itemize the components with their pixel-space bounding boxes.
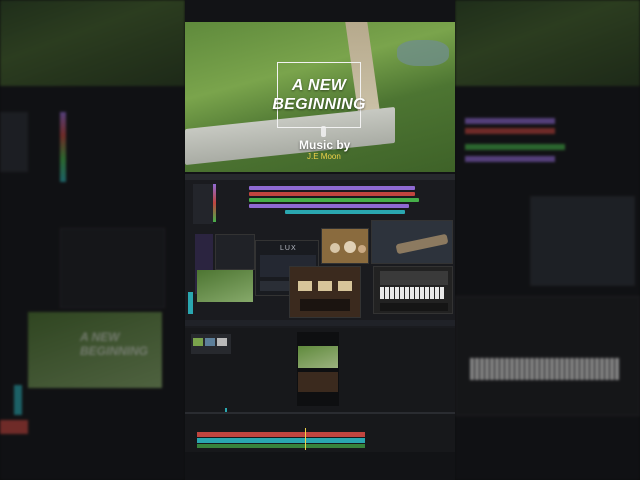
vu-meter-icon xyxy=(338,281,352,291)
plugin-panel-small[interactable] xyxy=(215,234,255,270)
blurred-lane-1 xyxy=(465,118,555,124)
amp-plugin-window[interactable] xyxy=(289,266,361,318)
video-title-line1: A NEW xyxy=(291,77,347,94)
blurred-meter xyxy=(14,385,22,415)
piano-body xyxy=(380,271,448,285)
music-by-label: Music by xyxy=(299,138,351,152)
blurred-lane-3 xyxy=(465,144,565,150)
blurred-field-top xyxy=(0,0,185,86)
right-blurred-background xyxy=(455,0,640,480)
daw-toolbar xyxy=(185,174,455,180)
video-title-box: A NEW BEGINNING xyxy=(272,62,365,128)
blurred-piano-plugin xyxy=(455,296,640,416)
arrange-lane xyxy=(249,186,415,190)
level-meter xyxy=(188,292,193,314)
blurred-panel xyxy=(0,112,28,172)
arrange-lane xyxy=(249,204,409,208)
pond xyxy=(397,40,449,66)
video-title-line2: BEGINNING xyxy=(272,96,366,113)
media-thumb[interactable] xyxy=(217,338,227,346)
timeline-clip-audio[interactable] xyxy=(197,444,365,448)
guitar-plugin-window[interactable] xyxy=(371,220,453,264)
drum-icon xyxy=(358,245,366,253)
blurred-plugin-window xyxy=(60,228,165,308)
timeline-ruler[interactable] xyxy=(185,412,455,414)
timeline-clip-red[interactable] xyxy=(197,432,365,437)
arrange-lane xyxy=(249,198,419,202)
media-thumb[interactable] xyxy=(205,338,215,346)
synth-logo: LUX xyxy=(280,245,297,252)
blurred-track-colors xyxy=(60,112,66,182)
blurred-guitar-plugin xyxy=(530,196,635,286)
media-bin[interactable] xyxy=(191,334,231,354)
blurred-field-top-right xyxy=(455,0,640,86)
timeline-clip-teal[interactable] xyxy=(197,438,365,443)
drum-icon xyxy=(330,243,340,253)
program-monitor xyxy=(297,332,339,406)
video-frame: A NEW BEGINNING Music by J.E Moon xyxy=(185,22,455,172)
piano-plugin-window[interactable] xyxy=(373,266,453,314)
video-editor xyxy=(185,328,455,452)
blurred-piano-keys xyxy=(470,358,620,380)
vu-meter-icon xyxy=(318,281,332,291)
blurred-red-block xyxy=(0,420,28,434)
arrange-lane xyxy=(249,192,415,196)
media-thumb[interactable] xyxy=(193,338,203,346)
center-column: A NEW BEGINNING Music by J.E Moon LUX xyxy=(185,0,455,480)
daw-statusbar xyxy=(185,320,455,326)
blurred-preview-title: A NEW BEGINNING xyxy=(80,330,149,358)
video-mini-preview xyxy=(197,270,253,302)
arrange-lane xyxy=(285,210,405,214)
piano-knobs[interactable] xyxy=(380,303,448,311)
track-color-strip xyxy=(213,184,216,222)
vu-meter-icon xyxy=(298,281,312,291)
monitor-video xyxy=(298,346,338,368)
blurred-lane-2 xyxy=(465,128,555,134)
drum-plugin-window[interactable] xyxy=(321,228,369,264)
daw-window: LUX xyxy=(185,174,455,328)
timeline-playhead[interactable] xyxy=(305,428,306,450)
blurred-lane-4 xyxy=(465,156,555,162)
piano-keys[interactable] xyxy=(380,287,445,299)
artist-name: J.E Moon xyxy=(307,152,341,161)
monitor-daw-view xyxy=(298,372,338,392)
guitar-icon xyxy=(395,233,449,255)
left-blurred-background: A NEW BEGINNING xyxy=(0,0,185,480)
drum-icon xyxy=(344,241,356,253)
amp-knob-row[interactable] xyxy=(300,299,350,311)
track-list xyxy=(193,184,213,224)
